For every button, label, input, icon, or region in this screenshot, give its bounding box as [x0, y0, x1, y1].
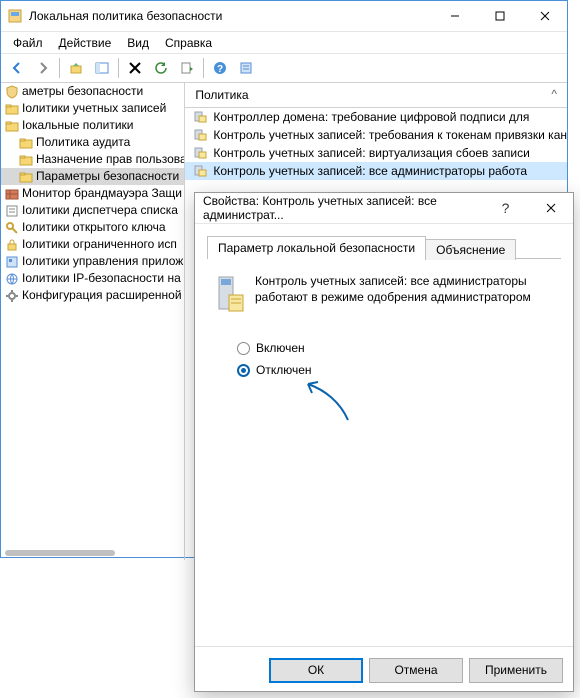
folder-icon: [5, 102, 19, 116]
up-button[interactable]: [64, 56, 88, 80]
folder-icon: [19, 170, 33, 184]
close-button[interactable]: [522, 1, 567, 31]
tree-item[interactable]: Назначение прав пользовате: [1, 151, 184, 168]
tree-item[interactable]: Іолитики ограниченного исп: [1, 236, 184, 253]
tree-item-label: Монитор брандмауэра Защи: [22, 185, 182, 202]
dialog-tabs: Параметр локальной безопасности Объяснен…: [207, 232, 561, 259]
toolbar: ?: [1, 54, 567, 83]
tree-item-label: Конфигурация расширенной: [22, 287, 182, 304]
tree-item[interactable]: Параметры безопасности: [1, 168, 184, 185]
dialog-close-button[interactable]: [528, 193, 573, 223]
tree-pane[interactable]: аметры безопасностиІолитики учетных запи…: [1, 83, 185, 560]
radio-disabled[interactable]: Отключен: [237, 359, 561, 381]
app-icon: [7, 8, 23, 24]
radio-disabled-label: Отключен: [256, 363, 312, 377]
wall-icon: [5, 187, 19, 201]
lock-icon: [5, 238, 19, 252]
app-icon: [5, 255, 19, 269]
maximize-button[interactable]: [477, 1, 522, 31]
list-pane[interactable]: Контроллер домена: требование цифровой п…: [185, 108, 567, 180]
tree-item-label: Іолитики открытого ключа: [22, 219, 166, 236]
tree-item[interactable]: Іолитики диспетчера списка: [1, 202, 184, 219]
radio-enabled-label: Включен: [256, 341, 305, 355]
list-header[interactable]: Политика ^: [185, 83, 567, 108]
menu-help[interactable]: Справка: [157, 34, 220, 52]
tree-item-label: Параметры безопасности: [36, 168, 179, 185]
properties-button[interactable]: [234, 56, 258, 80]
menu-view[interactable]: Вид: [119, 34, 157, 52]
dialog-title: Свойства: Контроль учетных записей: все …: [203, 194, 483, 222]
folder-icon: [19, 136, 33, 150]
tree-item-label: Назначение прав пользовате: [36, 151, 184, 168]
list-item[interactable]: Контроль учетных записей: требования к т…: [185, 126, 567, 144]
tree-item[interactable]: аметры безопасности: [1, 83, 184, 100]
dialog-help-button[interactable]: ?: [483, 193, 528, 223]
menubar: Файл Действие Вид Справка: [1, 32, 567, 54]
net-icon: [5, 272, 19, 286]
tree-item[interactable]: Іокальные политики: [1, 117, 184, 134]
tab-local-security[interactable]: Параметр локальной безопасности: [207, 236, 426, 259]
list-item-label: Контроль учетных записей: требования к т…: [213, 126, 567, 144]
cancel-button[interactable]: Отмена: [369, 658, 463, 683]
policy-icon: [213, 273, 245, 313]
list-item-label: Контроль учетных записей: все администра…: [213, 162, 527, 180]
tree-item-label: аметры безопасности: [22, 83, 143, 100]
policy-icon: [193, 145, 209, 161]
list-item[interactable]: Контроль учетных записей: виртуализация …: [185, 144, 567, 162]
policy-icon: [193, 163, 209, 179]
gear-icon: [5, 289, 19, 303]
tree-item[interactable]: Монитор брандмауэра Защи: [1, 185, 184, 202]
list-icon: [5, 204, 19, 218]
tree-item-label: Іокальные политики: [22, 117, 133, 134]
menu-file[interactable]: Файл: [5, 34, 51, 52]
tree-item[interactable]: Политика аудита: [1, 134, 184, 151]
list-header-label: Политика: [195, 88, 248, 102]
tree-item-label: Іолитики учетных записей: [22, 100, 166, 117]
forward-button[interactable]: [31, 56, 55, 80]
policy-icon: [193, 109, 209, 125]
folder-icon: [5, 119, 19, 133]
tree-item[interactable]: Іолитики управления прилож: [1, 253, 184, 270]
main-title: Локальная политика безопасности: [29, 9, 432, 23]
tree-item-label: Іолитики диспетчера списка: [22, 202, 178, 219]
ok-button[interactable]: ОК: [269, 658, 363, 683]
key-icon: [5, 221, 19, 235]
tree-item[interactable]: Конфигурация расширенной: [1, 287, 184, 304]
minimize-button[interactable]: [432, 1, 477, 31]
svg-text:?: ?: [217, 64, 223, 75]
show-hide-tree-button[interactable]: [90, 56, 114, 80]
refresh-button[interactable]: [149, 56, 173, 80]
shield-icon: [5, 85, 19, 99]
menu-action[interactable]: Действие: [51, 34, 120, 52]
sort-indicator-icon: ^: [551, 87, 557, 101]
tree-item[interactable]: Іолитики открытого ключа: [1, 219, 184, 236]
tab-explanation[interactable]: Объяснение: [425, 239, 516, 260]
dialog-titlebar: Свойства: Контроль учетных записей: все …: [195, 193, 573, 224]
tree-scrollbar[interactable]: [5, 550, 115, 556]
help-button[interactable]: ?: [208, 56, 232, 80]
tree-item[interactable]: Іолитики IP-безопасности на: [1, 270, 184, 287]
policy-icon: [193, 127, 209, 143]
apply-button[interactable]: Применить: [469, 658, 563, 683]
list-item[interactable]: Контроллер домена: требование цифровой п…: [185, 108, 567, 126]
list-item-label: Контроллер домена: требование цифровой п…: [213, 108, 529, 126]
export-button[interactable]: [175, 56, 199, 80]
list-item[interactable]: Контроль учетных записей: все администра…: [185, 162, 567, 180]
folder-icon: [19, 153, 33, 167]
dialog-footer: ОК Отмена Применить: [195, 646, 573, 693]
tree-item-label: Іолитики ограниченного исп: [22, 236, 177, 253]
tree-item-label: Іолитики управления прилож: [22, 253, 183, 270]
radio-enabled-button[interactable]: [237, 342, 250, 355]
main-titlebar: Локальная политика безопасности: [1, 1, 567, 32]
properties-dialog: Свойства: Контроль учетных записей: все …: [194, 192, 574, 692]
list-item-label: Контроль учетных записей: виртуализация …: [213, 144, 529, 162]
tree-item-label: Іолитики IP-безопасности на: [22, 270, 181, 287]
back-button[interactable]: [5, 56, 29, 80]
radio-disabled-button[interactable]: [237, 364, 250, 377]
tree-item-label: Политика аудита: [36, 134, 130, 151]
radio-enabled[interactable]: Включен: [237, 337, 561, 359]
policy-description: Контроль учетных записей: все администра…: [255, 273, 555, 305]
delete-button[interactable]: [123, 56, 147, 80]
tree-item[interactable]: Іолитики учетных записей: [1, 100, 184, 117]
